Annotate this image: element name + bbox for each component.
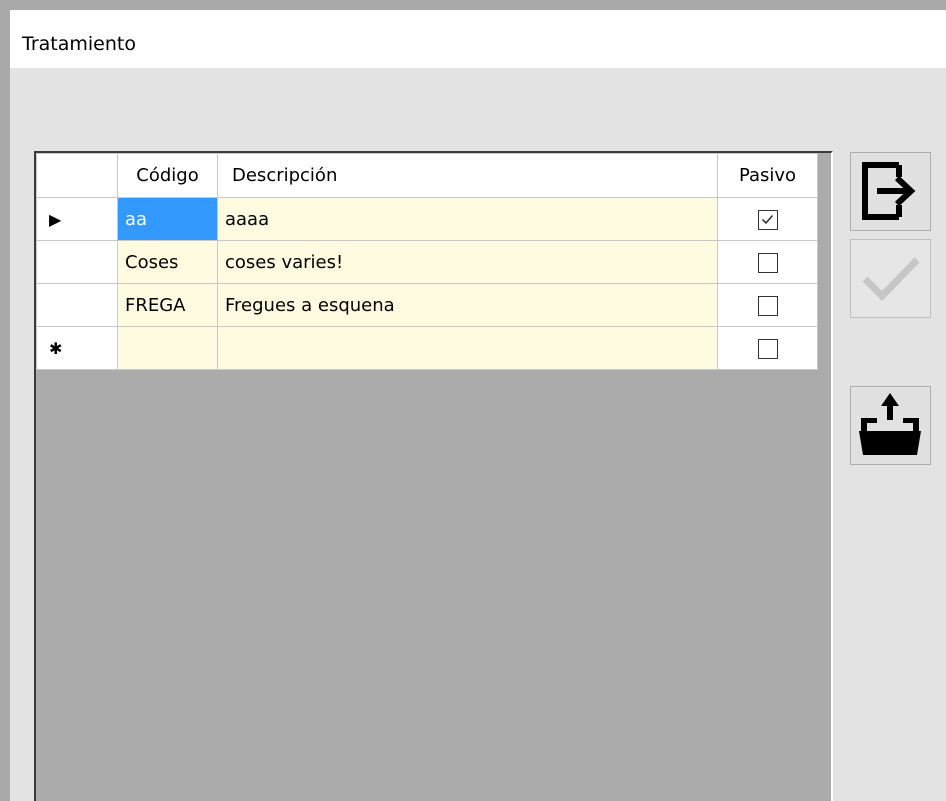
row-header-corner[interactable] (36, 153, 118, 198)
table-row[interactable]: FREGA Fregues a esquena (36, 283, 818, 327)
window-title: Tratamiento (22, 33, 136, 55)
current-row-indicator-icon[interactable]: ▶ (36, 197, 118, 241)
cell-descripcion[interactable]: Fregues a esquena (217, 283, 718, 327)
table-row[interactable]: Coses coses varies! (36, 240, 818, 284)
cell-pasivo[interactable] (717, 283, 818, 327)
row-header[interactable] (36, 240, 118, 284)
row-header[interactable] (36, 283, 118, 327)
cell-pasivo[interactable] (717, 240, 818, 284)
pasivo-checkbox-checked[interactable] (757, 209, 778, 230)
checkmark-icon (761, 214, 773, 224)
exit-button[interactable] (850, 152, 931, 231)
cell-codigo[interactable]: aa (117, 197, 218, 241)
cell-pasivo[interactable] (717, 326, 818, 370)
pasivo-checkbox[interactable] (757, 295, 778, 316)
accept-button[interactable] (850, 239, 931, 318)
checkmark-icon (862, 257, 920, 301)
table-row-new[interactable]: ✱ (36, 326, 818, 370)
cell-descripcion[interactable]: coses varies! (217, 240, 718, 284)
window-frame-left (0, 10, 10, 801)
window-frame-top (0, 0, 946, 10)
cell-pasivo[interactable] (717, 197, 818, 241)
grid-table: Código Descripción Pasivo ▶ aa aaaa Cose… (36, 153, 818, 370)
pasivo-checkbox[interactable] (757, 338, 778, 359)
pasivo-checkbox[interactable] (757, 252, 778, 273)
cell-descripcion[interactable] (217, 326, 718, 370)
export-button[interactable] (850, 386, 931, 465)
table-row[interactable]: ▶ aa aaaa (36, 197, 818, 241)
grid-header-row: Código Descripción Pasivo (36, 153, 818, 198)
data-grid[interactable]: Código Descripción Pasivo ▶ aa aaaa Cose… (34, 151, 833, 801)
window: Tratamiento Código Descripción Pasivo ▶ … (0, 0, 946, 801)
new-row-indicator-icon[interactable]: ✱ (36, 326, 118, 370)
column-header-descripcion[interactable]: Descripción (217, 153, 718, 198)
folder-upload-icon (859, 393, 921, 455)
title-bar[interactable]: Tratamiento (10, 10, 946, 68)
cell-codigo[interactable]: Coses (117, 240, 218, 284)
cell-codigo[interactable]: FREGA (117, 283, 218, 327)
cell-descripcion[interactable]: aaaa (217, 197, 718, 241)
exit-arrow-icon (862, 162, 916, 220)
column-header-pasivo[interactable]: Pasivo (717, 153, 818, 198)
column-header-codigo[interactable]: Código (117, 153, 218, 198)
cell-codigo[interactable] (117, 326, 218, 370)
